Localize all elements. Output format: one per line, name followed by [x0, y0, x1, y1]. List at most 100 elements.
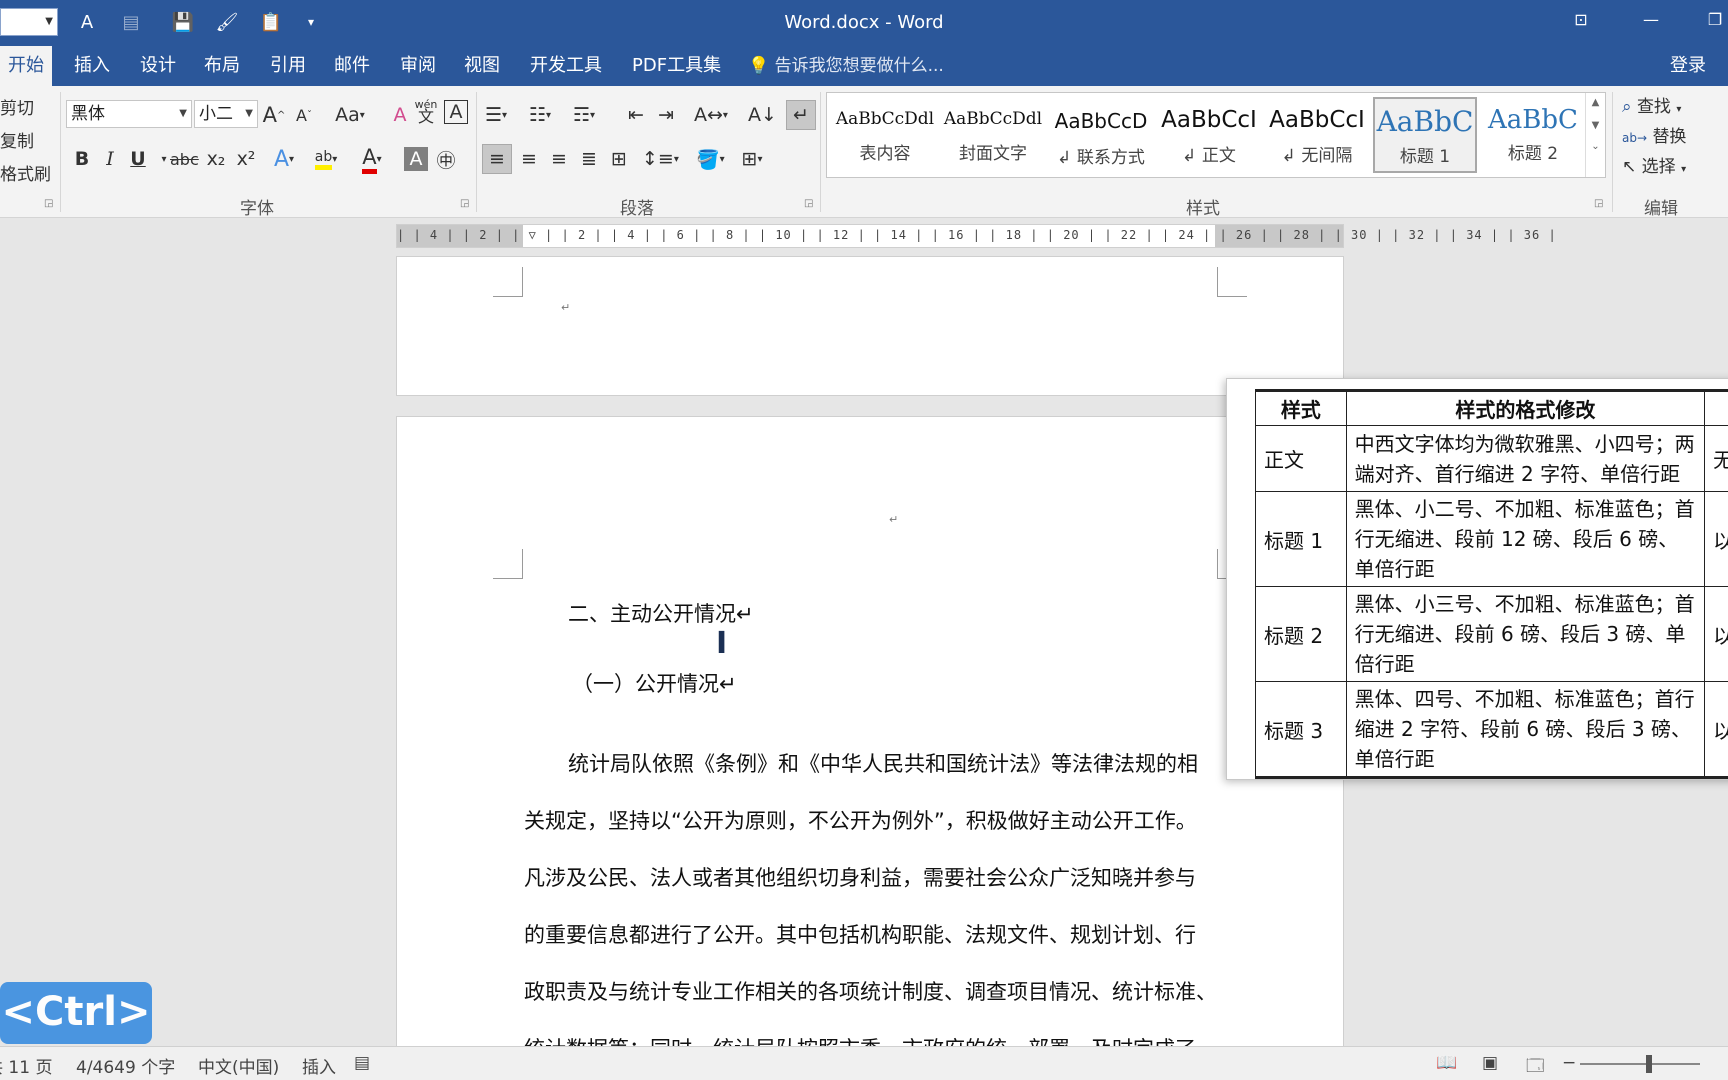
- show-marks-button[interactable]: ↵: [786, 100, 816, 130]
- style-table-content[interactable]: AaBbCcDdl 表内容: [833, 97, 937, 173]
- font-color-icon: A: [362, 145, 377, 174]
- page-count[interactable]: 共 11 页: [0, 1053, 52, 1078]
- underline-button[interactable]: U: [126, 144, 150, 174]
- align-right-button[interactable]: ≡: [544, 144, 574, 174]
- gallery-scroll[interactable]: ▲ ▼ ⌄: [1585, 93, 1605, 177]
- numbering-button[interactable]: ☷ ▾: [528, 100, 552, 130]
- body-paragraph[interactable]: 统计局队依照《条例》和《中华人民共和国统计法》等法律法规的相 关规定，坚持以“公…: [524, 736, 1220, 1078]
- replace-button[interactable]: ab→ 替换: [1622, 122, 1686, 147]
- enclose-characters-button[interactable]: ㊥: [434, 144, 458, 174]
- character-border-button[interactable]: A: [444, 100, 468, 124]
- chinese-layout-button[interactable]: A↔ ▾: [694, 100, 728, 130]
- line-spacing-button[interactable]: ↕≡ ▾: [642, 144, 679, 174]
- ribbon-display-icon[interactable]: ⊡: [1566, 10, 1596, 34]
- clear-formatting-button[interactable]: A: [388, 100, 412, 130]
- heading-3-text[interactable]: （一）公开情况↵: [572, 668, 737, 698]
- paragraph-mark: ↵: [561, 301, 571, 314]
- language-status[interactable]: 中文(中国): [198, 1053, 279, 1078]
- tab-developer[interactable]: 开发工具: [522, 46, 610, 86]
- highlight-icon: ab: [314, 149, 333, 170]
- italic-button[interactable]: I: [98, 144, 122, 174]
- font-size-combo[interactable]: 小二 ▼: [194, 100, 258, 128]
- style-sample: AaBbC: [1488, 105, 1578, 135]
- align-center-button[interactable]: ≡: [514, 144, 544, 174]
- font-launcher-icon[interactable]: ◲: [460, 198, 469, 209]
- find-label: 查找: [1636, 97, 1671, 117]
- insert-mode[interactable]: 插入: [302, 1053, 336, 1078]
- gallery-more-icon[interactable]: ⌄: [1586, 141, 1605, 152]
- minimize-icon[interactable]: —: [1636, 10, 1666, 34]
- font-name-combo[interactable]: 黑体 ▼: [66, 100, 192, 128]
- horizontal-ruler[interactable]: | | 4 | | 2 | | ▽ | | 2 | | 4 | | 6 | | …: [396, 224, 1556, 248]
- shading-button[interactable]: 🪣 ▾: [696, 144, 725, 174]
- margin-corner: [493, 549, 523, 579]
- table-row: 标题 2 黑体、小三号、不加粗、标准蓝色；首行无缩进、段前 6 磅、段后 3 磅…: [1255, 586, 1728, 682]
- character-shading-icon: A: [409, 148, 423, 170]
- borders-button[interactable]: ⊞ ▾: [740, 144, 764, 174]
- decrease-indent-button[interactable]: ⇤: [624, 100, 648, 130]
- style-normal[interactable]: AaBbCcI ↲ 正文: [1157, 97, 1261, 173]
- tab-references[interactable]: 引用: [262, 46, 314, 86]
- phonetic-guide-button[interactable]: wén 文: [414, 96, 438, 126]
- distributed-button[interactable]: ⊞: [604, 144, 634, 174]
- tab-insert[interactable]: 插入: [66, 46, 118, 86]
- heading-2-text[interactable]: 二、主动公开情况↵: [568, 598, 754, 628]
- strikethrough-button[interactable]: abc: [170, 144, 199, 174]
- maximize-icon[interactable]: ❐: [1700, 10, 1728, 34]
- styles-launcher-icon[interactable]: ◲: [1594, 198, 1603, 209]
- clipboard-launcher-icon[interactable]: ◲: [44, 198, 53, 209]
- zoom-slider-thumb[interactable]: [1646, 1055, 1652, 1073]
- subscript-button[interactable]: x₂: [204, 144, 228, 174]
- page-previous[interactable]: ↵: [396, 256, 1344, 396]
- highlight-button[interactable]: ab ▾: [314, 144, 338, 174]
- word-count[interactable]: 4/4649 个字: [76, 1053, 175, 1078]
- tab-mailings[interactable]: 邮件: [326, 46, 378, 86]
- decrease-indent-icon: ⇤: [628, 104, 644, 126]
- cut-button[interactable]: 剪切: [0, 94, 34, 119]
- scroll-down-icon[interactable]: ▼: [1586, 120, 1605, 131]
- shrink-font-button[interactable]: Aˇ: [292, 100, 316, 130]
- multilevel-list-button[interactable]: ☶ ▾: [572, 100, 596, 130]
- grow-font-button[interactable]: A ^: [262, 100, 286, 130]
- paragraph-launcher-icon[interactable]: ◲: [804, 198, 813, 209]
- scroll-up-icon[interactable]: ▲: [1586, 97, 1605, 108]
- style-cover-text[interactable]: AaBbCcDdl 封面文字: [941, 97, 1045, 173]
- tab-layout[interactable]: 布局: [196, 46, 248, 86]
- select-button[interactable]: ↖ 选择 ▾: [1622, 152, 1686, 177]
- find-button[interactable]: ⌕ 查找 ▾: [1622, 92, 1681, 117]
- increase-indent-button[interactable]: ⇥: [654, 100, 678, 130]
- style-contact[interactable]: AaBbCcD ↲ 联系方式: [1049, 97, 1153, 173]
- style-name: ↲ 无间隔: [1281, 146, 1353, 166]
- align-center-icon: ≡: [521, 148, 537, 170]
- macro-record-icon[interactable]: ▤: [354, 1053, 370, 1073]
- body-line: 的重要信息都进行了公开。其中包括机构职能、法规文件、规划计划、行: [524, 923, 1196, 947]
- character-shading-button[interactable]: A: [404, 147, 428, 171]
- superscript-button[interactable]: x²: [234, 144, 258, 174]
- bullets-button[interactable]: ☰ ▾: [484, 100, 508, 130]
- tab-home[interactable]: 开始: [0, 46, 52, 86]
- read-mode-icon[interactable]: 📖: [1436, 1053, 1457, 1073]
- change-case-button[interactable]: Aa ▾: [330, 100, 370, 130]
- style-heading-2[interactable]: AaBbC 标题 2: [1481, 97, 1585, 173]
- copy-button[interactable]: 复制: [0, 127, 34, 152]
- sort-button[interactable]: A↓: [748, 100, 777, 130]
- text-effects-button[interactable]: A ▾: [272, 144, 296, 174]
- clear-formatting-icon: A: [393, 104, 407, 126]
- tell-me-box[interactable]: 💡 告诉我您想要做什么...: [748, 46, 944, 86]
- login-link[interactable]: 登录: [1670, 46, 1706, 86]
- zoom-out-icon[interactable]: −: [1562, 1053, 1576, 1073]
- tab-view[interactable]: 视图: [456, 46, 508, 86]
- style-heading-1[interactable]: AaBbC 标题 1: [1373, 97, 1477, 173]
- style-no-spacing[interactable]: AaBbCcI ↲ 无间隔: [1265, 97, 1369, 173]
- align-left-button[interactable]: ≡: [482, 144, 512, 174]
- tab-review[interactable]: 审阅: [392, 46, 444, 86]
- format-painter-button[interactable]: 格式刷: [0, 160, 51, 185]
- web-layout-icon[interactable]: 🗔: [1526, 1053, 1544, 1080]
- tab-design[interactable]: 设计: [132, 46, 184, 86]
- zoom-slider[interactable]: [1580, 1063, 1700, 1065]
- font-color-button[interactable]: A ▾: [360, 144, 384, 174]
- justify-button[interactable]: ≣: [574, 144, 604, 174]
- print-layout-icon[interactable]: ▣: [1482, 1053, 1498, 1073]
- tab-pdf-tools[interactable]: PDF工具集: [624, 46, 729, 86]
- bold-button[interactable]: B: [70, 144, 94, 174]
